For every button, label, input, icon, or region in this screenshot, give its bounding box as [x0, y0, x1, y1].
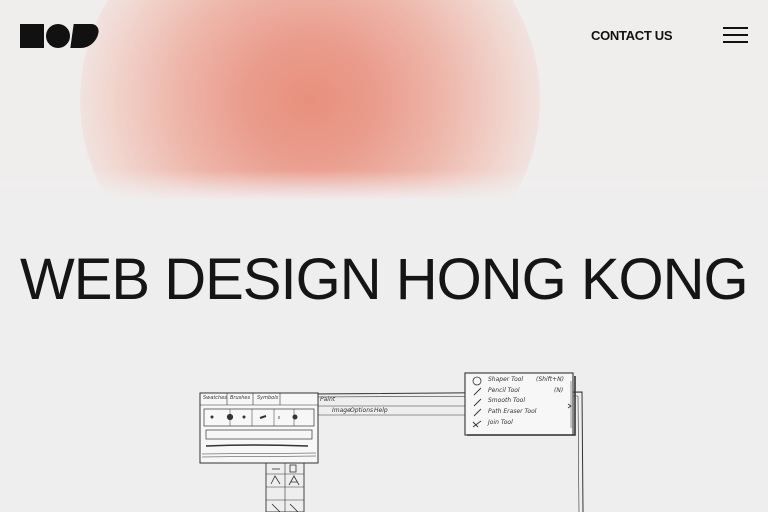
page-title: WEB DESIGN HONG KONG [20, 247, 749, 312]
hero-fade [0, 170, 768, 200]
menu-paint[interactable]: Paint [320, 396, 335, 403]
app-menu-bar: Paint Image Options Help [318, 395, 468, 417]
tool-menu-item-join[interactable]: Join Tool [488, 419, 568, 426]
hand-drawn-ui-illustration: Swatches Brushes Symbols Paint Image Opt… [190, 366, 590, 512]
tool-label: Path Eraser Tool [488, 408, 537, 415]
menu-line [723, 41, 748, 43]
logo-square-icon [20, 24, 44, 48]
menu-help[interactable]: Help [374, 407, 388, 414]
tool-label: Join Tool [488, 419, 513, 426]
contact-us-link[interactable]: CONTACT US [591, 28, 673, 43]
tool-menu-item-smooth[interactable]: Smooth Tool [488, 397, 568, 404]
swatch-tabs: Swatches Brushes Symbols [201, 395, 281, 405]
tool-label: Shaper Tool [488, 376, 524, 383]
tool-menu-item-path-eraser[interactable]: Path Eraser Tool [488, 408, 568, 415]
tool-menu: Shaper Tool (Shift+N) Pencil Tool (N) Sm… [488, 376, 570, 434]
tab-brushes[interactable]: Brushes [230, 395, 250, 401]
tool-menu-item-shaper[interactable]: Shaper Tool (Shift+N) [488, 376, 568, 383]
menu-image[interactable]: Image [332, 407, 351, 414]
tab-symbols[interactable]: Symbols [257, 395, 278, 401]
tool-shortcut: (N) [554, 387, 564, 394]
tool-label: Smooth Tool [488, 397, 525, 404]
menu-line [723, 27, 748, 29]
tool-shortcut: (Shift+N) [536, 376, 564, 383]
menu-line [723, 34, 748, 36]
tab-swatches[interactable]: Swatches [203, 395, 227, 401]
menu-options[interactable]: Options [350, 407, 373, 414]
hamburger-menu-icon[interactable] [723, 27, 748, 44]
page: CONTACT US WEB DESIGN HONG KONG Swatches… [0, 0, 768, 512]
logo-circle-icon [46, 24, 70, 48]
tool-menu-item-pencil[interactable]: Pencil Tool (N) [488, 387, 568, 394]
logo-d-shape-icon [70, 24, 100, 48]
tool-label: Pencil Tool [488, 387, 520, 394]
logo[interactable] [20, 24, 100, 48]
